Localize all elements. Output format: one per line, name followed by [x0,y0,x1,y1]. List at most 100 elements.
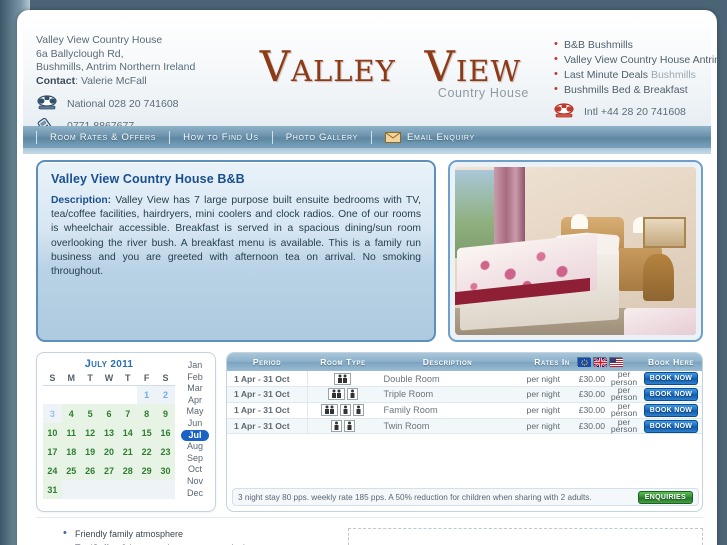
book-now-button[interactable]: BOOK NOW [643,387,699,401]
calendar-week: 17 18 19 20 21 22 23 [43,442,175,462]
month-option-nov[interactable]: Nov [181,476,209,488]
nav-item-how-to-find-us[interactable]: How to Find Us [183,132,259,143]
calendar-day[interactable]: 7 [118,404,138,424]
calendar-day[interactable]: 22 [137,442,157,462]
calendar-caption: July 2011 [43,358,175,372]
calendar-day[interactable]: 10 [43,423,62,443]
month-option-jul[interactable]: Jul [181,429,209,442]
calendar-day[interactable]: 4 [61,404,81,424]
header-link-item[interactable]: Valley View Country House Antrim [553,52,717,68]
calendar-day-empty [61,480,81,500]
rates-col-description: Description [379,353,516,371]
phone-intl-row: Intl +44 28 20 741608 [553,102,717,121]
calendar-dow: T [87,373,93,384]
rate-room-type: Twin Room [383,421,430,432]
calendar-day[interactable]: 21 [118,442,138,462]
section-divider [36,517,703,518]
calendar-day[interactable]: 17 [43,442,62,462]
calendar-day[interactable]: 11 [61,423,81,443]
rate-room-type-cell: Double Room [307,371,516,387]
rates-in-label: Rates In [534,357,570,367]
book-now-button[interactable]: BOOK NOW [643,403,699,417]
calendar-day[interactable]: 23 [156,442,175,462]
month-option-sep[interactable]: Sep [181,453,209,465]
table-row: 1 Apr - 31 Oct Family Room per night £30… [227,402,702,419]
features-list: Friendly family atmosphere Tea/Coffee & … [63,527,343,545]
calendar-day[interactable]: 28 [118,461,138,481]
calendar-dow: T [125,373,131,384]
rate-price: £30.00 [560,402,608,419]
rate-price: £30.00 [560,371,608,387]
calendar-day[interactable]: 15 [137,423,157,443]
nav-item-photo-gallery[interactable]: Photo Gallery [286,132,358,143]
calendar-day[interactable]: 29 [137,461,157,481]
month-option-feb[interactable]: Feb [181,372,209,384]
rate-basis: per person [608,386,640,403]
contact-line: Contact: Valerie McFall [36,74,147,87]
enquiries-button[interactable]: ENQUIRIES [637,490,693,504]
calendar-week: 10 11 12 13 14 15 16 [43,423,175,443]
month-option-jun[interactable]: Jun [181,418,209,430]
month-option-may[interactable]: May [181,406,209,418]
month-option-oct[interactable]: Oct [181,464,209,476]
property-photo-panel[interactable] [448,160,703,342]
calendar-day[interactable]: 14 [118,423,138,443]
nav-item-email-enquiry[interactable]: Email Enquiry [385,131,475,143]
calendar-day[interactable]: 6 [99,404,119,424]
book-now-button[interactable]: BOOK NOW [643,372,699,385]
nav-item-room-rates[interactable]: Room Rates & Offers [50,132,156,143]
logo-text: Valley View [228,44,553,90]
calendar-day[interactable]: 26 [80,461,100,481]
month-option-mar[interactable]: Mar [181,383,209,395]
calendar-day[interactable]: 30 [156,461,175,481]
calendar-day[interactable]: 18 [61,442,81,462]
rates-panel: Period Room Type Description Rates In Bo… [226,352,703,512]
header-link-item[interactable]: Bushmills Bed & Breakfast [553,82,717,98]
book-now-button[interactable]: BOOK NOW [643,419,699,433]
calendar-day-blank [100,385,119,404]
person-pair-icon [321,404,338,417]
calendar-day[interactable]: 5 [80,404,100,424]
month-option-dec[interactable]: Dec [181,488,209,500]
calendar-day[interactable]: 20 [99,442,119,462]
rate-room-type: Double Room [383,373,440,384]
rates-table: Period Room Type Description Rates In Bo… [227,353,702,435]
header-link-item[interactable]: B&B Bushmills [553,37,717,53]
rate-period: 1 Apr - 31 Oct [227,386,308,403]
eu-flag-icon[interactable] [576,357,591,367]
calendar-day[interactable]: 27 [99,461,119,481]
calendar-day[interactable]: 16 [156,423,175,443]
site-page: Valley View Country House 6a Ballyclough… [17,10,717,545]
uk-flag-icon[interactable] [592,357,608,368]
header-link-text: Last Minute Deals [564,69,651,81]
calendar-day[interactable]: 1 [137,385,157,405]
header-contact-block: Valley View Country House 6a Ballyclough… [36,34,236,138]
calendar-day[interactable]: 24 [43,461,62,481]
calendar-day[interactable]: 3 [43,404,62,424]
calendar-day[interactable]: 25 [61,461,81,481]
month-option-jan[interactable]: Jan [181,360,209,372]
nav-label: How to Find Us [183,131,259,143]
calendar-day[interactable]: 9 [156,404,175,424]
rate-room-type-cell: Twin Room [307,418,516,435]
nav-label: Email Enquiry [407,131,475,143]
page-title: Valley View Country House B&B [51,172,245,186]
header-link-list: B&B Bushmills Valley View Country House … [553,37,717,98]
calendar-day[interactable]: 31 [43,480,62,500]
calendar-day[interactable]: 13 [99,423,119,443]
header-link-item[interactable]: Last Minute Deals Bushmills [553,67,717,83]
person-single-icon [343,420,355,433]
calendar-day-empty [137,480,157,500]
month-option-aug[interactable]: Aug [181,441,209,453]
calendar-day[interactable]: 8 [137,404,157,424]
month-option-apr[interactable]: Apr [181,395,209,407]
calendar-dow: M [67,373,76,384]
calendar-dow: W [104,373,114,384]
calendar-day[interactable]: 19 [80,442,100,462]
calendar-day[interactable]: 2 [156,385,175,405]
telephone-icon [36,95,58,112]
header-link-text: Bushmills Bed & Breakfast [564,84,688,96]
calendar-day[interactable]: 12 [80,423,100,443]
us-flag-icon[interactable] [608,357,623,367]
bedroom-photo [455,167,696,335]
